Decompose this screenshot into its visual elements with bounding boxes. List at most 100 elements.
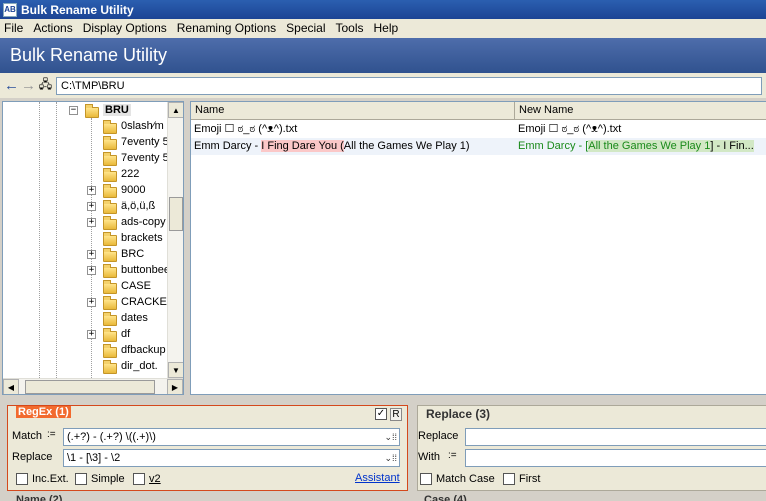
menu-tools[interactable]: Tools [331,19,369,38]
folder-icon [103,264,117,278]
file-row[interactable]: Emm Darcy - I Fing Dare You (All the Gam… [191,138,766,155]
scroll-left-arrow-icon[interactable]: ◀ [3,379,19,394]
menu-help[interactable]: Help [369,19,404,38]
case-panel-title: Case (4) [424,494,467,501]
tree-item[interactable]: + buttonbee [3,263,168,279]
menu-display-options[interactable]: Display Options [78,19,172,38]
assistant-link[interactable]: Assistant [355,472,400,484]
scroll-right-arrow-icon[interactable]: ▶ [167,379,183,394]
forward-arrow-icon[interactable]: → [20,77,37,94]
tree-item[interactable]: + ads-copy [3,215,168,231]
column-header-name[interactable]: Name [191,102,515,120]
folder-icon [103,136,117,150]
expand-icon[interactable]: + [87,202,96,211]
pane-splitter[interactable] [0,397,766,403]
expand-icon[interactable]: + [87,266,96,275]
tree-item[interactable]: + ä,ö,ü,ß [3,199,168,215]
collapse-icon[interactable]: − [69,106,78,115]
column-header-new-name[interactable]: New Name [515,102,766,120]
tree-item-label: dates [121,312,148,324]
new-name-segment-added: ] - I Fin... [710,140,754,152]
tree-item-label: 9000 [121,184,146,196]
folder-icon [103,168,117,182]
replace-value: \1 - [\3] - \2 [67,452,121,464]
banner-title: Bulk Rename Utility [10,45,168,65]
tree-item-label: dir_dot. [121,360,158,372]
expand-icon[interactable]: + [87,330,96,339]
tree-item[interactable]: 7eventy 5 [3,135,168,151]
match-value: (.+?) - (.+?) \((.+)\) [67,431,156,443]
simple-label: Simple [91,473,125,485]
file-list[interactable]: Name New Name Emoji ☐ ಠ_ಠ (^ᴥ^).txt Emoj… [190,101,766,395]
folder-icon [103,120,117,134]
tree-item-label: df [121,328,131,340]
tree-item[interactable]: +9000 [3,183,168,199]
simple-checkbox[interactable] [75,473,87,485]
tree-item[interactable]: 0slash∕m [3,119,168,135]
name-segment: All the Games We Play 1) [343,140,470,152]
v2-checkbox[interactable] [133,473,145,485]
app-banner: Bulk Rename Utility [0,38,766,73]
tree-horizontal-scrollbar[interactable]: ◀ ▶ [3,378,183,394]
scroll-up-arrow-icon[interactable]: ▲ [168,102,183,118]
replace-input[interactable]: \1 - [\3] - \2 ⌄⁞⁞ [63,449,400,467]
scroll-thumb[interactable] [169,197,183,231]
inc-ext-checkbox[interactable] [16,473,28,485]
file-row[interactable]: Emoji ☐ ಠ_ಠ (^ᴥ^).txt Emoji ☐ ಠ_ಠ (^ᴥ^).… [191,121,766,138]
tree-item-label: buttonbee [121,264,168,276]
tree-item-label: 7eventy 5 [121,136,168,148]
match-case-label: Match Case [436,473,495,485]
address-bar: ← → 🖧 C:\TMP\BRU [0,73,766,98]
network-drive-icon[interactable]: 🖧 [37,77,54,94]
dropdown-grid-icon[interactable]: ⌄⁞⁞ [384,429,397,445]
replace-panel: Replace (3) Replace With := Match Case F… [417,405,766,491]
path-input[interactable]: C:\TMP\BRU [56,76,762,95]
new-name-segment: Emm Darcy - [ [518,140,589,152]
folder-icon [103,344,117,358]
scroll-down-arrow-icon[interactable]: ▼ [168,362,183,378]
tree-item[interactable]: dfbackup [3,343,168,359]
replace-field-label: Replace [418,430,459,442]
tree-item[interactable]: + BRC [3,247,168,263]
folder-icon [103,184,117,198]
menu-special[interactable]: Special [281,19,330,38]
tree-item[interactable]: CASE [3,279,168,295]
tree-item[interactable]: 222 [3,167,168,183]
regex-panel: RegEx (1) ✓ R Match := (.+?) - (.+?) \((… [7,405,408,491]
menu-actions[interactable]: Actions [28,19,77,38]
dropdown-grid-icon[interactable]: ⌄⁞⁞ [384,450,397,466]
match-input[interactable]: (.+?) - (.+?) \((.+)\) ⌄⁞⁞ [63,428,400,446]
match-case-checkbox[interactable] [420,473,432,485]
tree-item[interactable]: dates [3,311,168,327]
tree-item[interactable]: 7eventy 5 [3,151,168,167]
tree-item-label: brackets [121,232,163,244]
next-panels-strip: Name (2) Case (4) [0,492,766,501]
regex-enable-checkbox[interactable]: ✓ [375,408,387,420]
tree-item[interactable]: dir_dot. [3,359,168,375]
tree-vertical-scrollbar[interactable]: ▲ ▼ [167,102,183,378]
with-text-input[interactable] [465,449,766,467]
file-name: Emoji ☐ ಠ_ಠ (^ᴥ^).txt [194,123,298,135]
tree-item-label: BRU [103,104,131,116]
replace-text-input[interactable] [465,428,766,446]
with-label: With [418,451,440,463]
back-arrow-icon[interactable]: ← [3,77,20,94]
expand-icon[interactable]: + [87,250,96,259]
tree-item-label: 0slash∕m [121,120,164,132]
replace-label: Replace [12,451,53,463]
tree-item[interactable]: − BRU [3,103,168,119]
expand-icon[interactable]: + [87,298,96,307]
folder-tree[interactable]: − BRU 0slash∕m 7eventy 5 7eventy 5 222 +9000 + ä… [2,101,184,395]
tree-item-label: CASE [121,280,151,292]
expand-icon[interactable]: + [87,186,96,195]
folder-icon [103,296,117,310]
expand-icon[interactable]: + [87,218,96,227]
tree-item[interactable]: + CRACKET [3,295,168,311]
tree-item[interactable]: + df [3,327,168,343]
first-checkbox[interactable] [503,473,515,485]
regex-reset-button[interactable]: R [390,408,402,421]
menu-renaming-options[interactable]: Renaming Options [172,19,281,38]
tree-item[interactable]: brackets [3,231,168,247]
menu-file[interactable]: File [0,19,28,38]
scroll-thumb-horizontal[interactable] [25,380,155,394]
